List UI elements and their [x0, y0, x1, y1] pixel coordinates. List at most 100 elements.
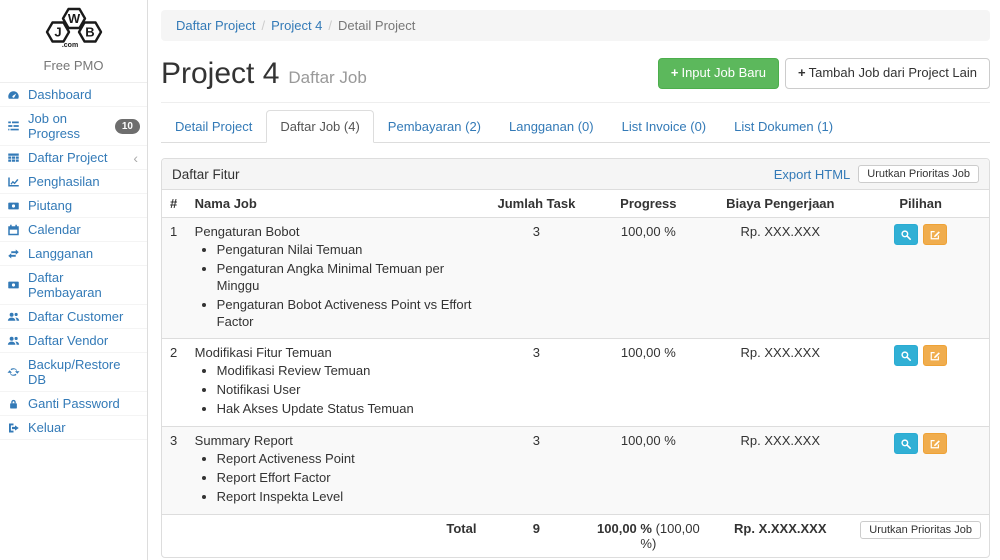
chevron-left-icon: ‹	[133, 151, 140, 165]
sidebar-item-job-on-progress[interactable]: Job on Progress 10	[0, 107, 147, 146]
job-name: Summary Report	[195, 433, 477, 448]
breadcrumb-current: Detail Project	[338, 18, 415, 33]
breadcrumb-link-project-4[interactable]: Project 4	[271, 18, 322, 33]
edit-icon	[929, 350, 941, 362]
edit-icon	[929, 229, 941, 241]
app-logo: J W B .com	[0, 0, 147, 55]
sidebar-item-daftar-customer[interactable]: Daftar Customer	[0, 305, 147, 329]
edit-job-button[interactable]	[923, 433, 947, 454]
subtask-item: Report Activeness Point	[217, 451, 477, 468]
sidebar-item-daftar-pembayaran[interactable]: Daftar Pembayaran	[0, 266, 147, 305]
subtask-item: Modifikasi Review Temuan	[217, 363, 477, 380]
sidebar-item-backup-restore-db[interactable]: Backup/Restore DB	[0, 353, 147, 392]
header-actions: +Input Job Baru +Tambah Job dari Project…	[658, 58, 990, 89]
urutkan-prioritas-job-button[interactable]: Urutkan Prioritas Job	[860, 521, 981, 539]
sidebar-item-dashboard[interactable]: Dashboard	[0, 83, 147, 107]
sidebar-item-label: Daftar Project	[28, 150, 107, 165]
tambah-job-dari-project-lain-button[interactable]: +Tambah Job dari Project Lain	[785, 58, 990, 89]
tab-daftar-job[interactable]: Daftar Job (4)	[266, 110, 373, 143]
row-number: 1	[162, 218, 187, 339]
column-header-progress: Progress	[588, 190, 708, 218]
edit-job-button[interactable]	[923, 224, 947, 245]
sidebar-item-label: Daftar Vendor	[28, 333, 108, 348]
search-icon	[900, 229, 912, 241]
tab-list-invoice[interactable]: List Invoice (0)	[608, 110, 721, 143]
table-row: 3 Summary Report Report Activeness Point…	[162, 427, 989, 515]
breadcrumb-link-daftar-project[interactable]: Daftar Project	[176, 18, 255, 33]
breadcrumb-separator: /	[322, 18, 338, 33]
job-count-badge: 10	[115, 119, 140, 134]
sidebar-item-keluar[interactable]: Keluar	[0, 416, 147, 440]
tab-langganan[interactable]: Langganan (0)	[495, 110, 608, 143]
sign-out-icon	[7, 421, 23, 434]
svg-text:.com: .com	[61, 42, 77, 49]
tab-detail-project[interactable]: Detail Project	[161, 110, 266, 143]
sidebar-item-label: Langganan	[28, 246, 93, 261]
sidebar-item-ganti-password[interactable]: Ganti Password	[0, 392, 147, 416]
job-name: Modifikasi Fitur Temuan	[195, 345, 477, 360]
app-name: Free PMO	[0, 55, 147, 82]
biaya-cell: Rp. XXX.XXX	[708, 218, 852, 339]
main-content: Daftar Project/Project 4/Detail Project …	[149, 0, 1000, 560]
tab-list-dokumen[interactable]: List Dokumen (1)	[720, 110, 847, 143]
view-job-button[interactable]	[894, 433, 918, 454]
job-cell: Summary Report Report Activeness Point R…	[187, 427, 485, 515]
sidebar-item-daftar-project[interactable]: Daftar Project ‹	[0, 146, 147, 170]
svg-text:J: J	[54, 25, 61, 40]
panel-heading: Daftar Fitur Export HTML Urutkan Priorit…	[162, 159, 989, 190]
pilihan-cell	[852, 427, 989, 515]
page-header: Project 4 Daftar Job +Input Job Baru +Ta…	[161, 51, 990, 103]
edit-job-button[interactable]	[923, 345, 947, 366]
sidebar-item-piutang[interactable]: Piutang	[0, 194, 147, 218]
breadcrumb: Daftar Project/Project 4/Detail Project	[161, 10, 990, 41]
project-tabs: Detail Project Daftar Job (4) Pembayaran…	[161, 110, 990, 143]
urutkan-prioritas-job-button[interactable]: Urutkan Prioritas Job	[858, 165, 979, 183]
sidebar-item-label: Backup/Restore DB	[28, 357, 140, 387]
subtask-list: Modifikasi Review Temuan Notifikasi User…	[217, 363, 477, 418]
total-label: Total	[187, 514, 485, 557]
pilihan-cell	[852, 339, 989, 427]
plus-icon: +	[798, 65, 806, 80]
sidebar-item-label: Daftar Customer	[28, 309, 123, 324]
pilihan-cell	[852, 218, 989, 339]
total-progress: 100,00 % (100,00 %)	[588, 514, 708, 557]
lock-icon	[7, 397, 23, 410]
view-job-button[interactable]	[894, 224, 918, 245]
input-job-baru-button[interactable]: +Input Job Baru	[658, 58, 779, 89]
sidebar-item-label: Piutang	[28, 198, 72, 213]
sidebar-menu: Dashboard Job on Progress 10 Daftar Proj…	[0, 82, 147, 440]
calendar-icon	[7, 223, 23, 236]
row-number: 2	[162, 339, 187, 427]
svg-text:W: W	[67, 11, 80, 26]
sidebar: J W B .com Free PMO Dashboard Job on Pro…	[0, 0, 148, 560]
tab-pembayaran[interactable]: Pembayaran (2)	[374, 110, 495, 143]
total-actions: Urutkan Prioritas Job	[852, 514, 989, 557]
search-icon	[900, 350, 912, 362]
users-icon	[7, 310, 23, 323]
column-header-jumlah-task: Jumlah Task	[484, 190, 588, 218]
sidebar-item-label: Job on Progress	[28, 111, 115, 141]
column-header-pilihan: Pilihan	[852, 190, 989, 218]
sidebar-item-langganan[interactable]: Langganan	[0, 242, 147, 266]
subtask-item: Notifikasi User	[217, 382, 477, 399]
total-tasks: 9	[484, 514, 588, 557]
line-chart-icon	[7, 175, 23, 188]
subtask-item: Pengaturan Nilai Temuan	[217, 242, 477, 259]
biaya-cell: Rp. XXX.XXX	[708, 339, 852, 427]
view-job-button[interactable]	[894, 345, 918, 366]
sidebar-item-penghasilan[interactable]: Penghasilan	[0, 170, 147, 194]
daftar-fitur-table: # Nama Job Jumlah Task Progress Biaya Pe…	[162, 190, 989, 557]
sidebar-item-label: Penghasilan	[28, 174, 100, 189]
sidebar-item-daftar-vendor[interactable]: Daftar Vendor	[0, 329, 147, 353]
job-cell: Modifikasi Fitur Temuan Modifikasi Revie…	[187, 339, 485, 427]
row-number: 3	[162, 427, 187, 515]
column-header-no: #	[162, 190, 187, 218]
subtask-item: Report Effort Factor	[217, 470, 477, 487]
export-html-link[interactable]: Export HTML	[774, 167, 851, 182]
biaya-cell: Rp. XXX.XXX	[708, 427, 852, 515]
sidebar-item-calendar[interactable]: Calendar	[0, 218, 147, 242]
jumlah-task-cell: 3	[484, 427, 588, 515]
breadcrumb-separator: /	[255, 18, 271, 33]
subtask-list: Report Activeness Point Report Effort Fa…	[217, 451, 477, 506]
search-icon	[900, 438, 912, 450]
